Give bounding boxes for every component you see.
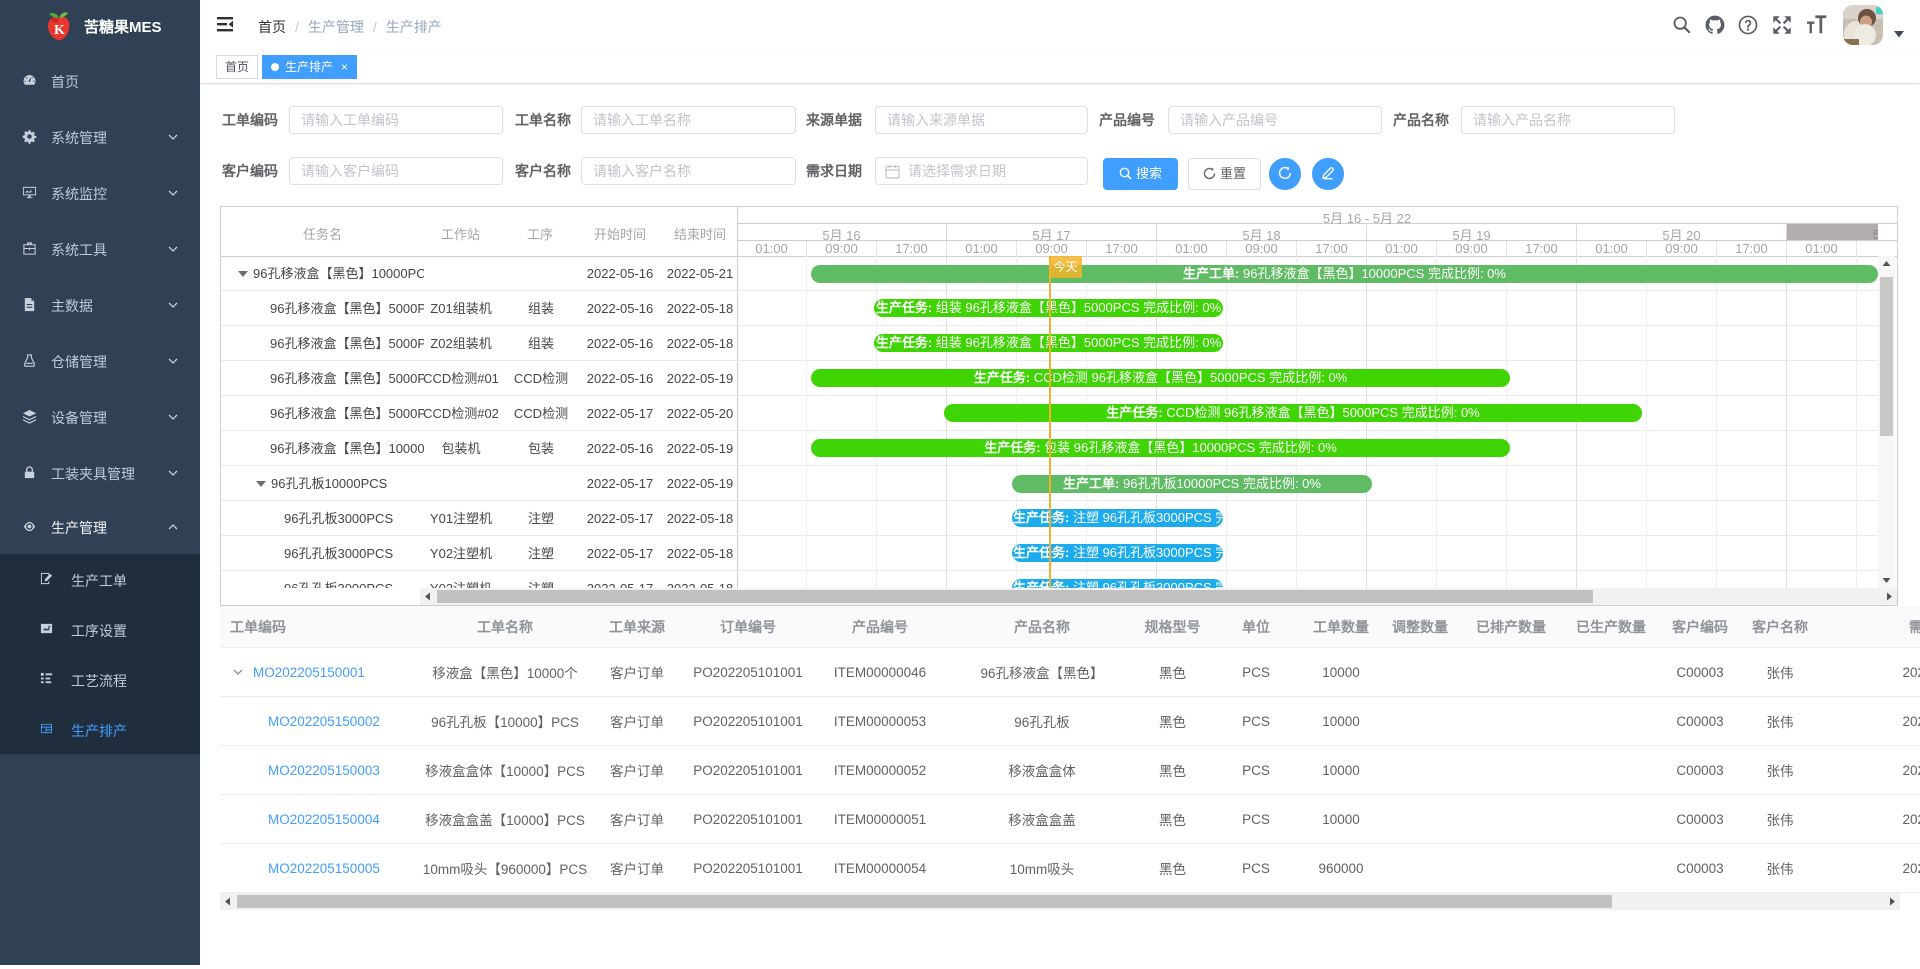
svg-text:K: K bbox=[54, 23, 65, 38]
